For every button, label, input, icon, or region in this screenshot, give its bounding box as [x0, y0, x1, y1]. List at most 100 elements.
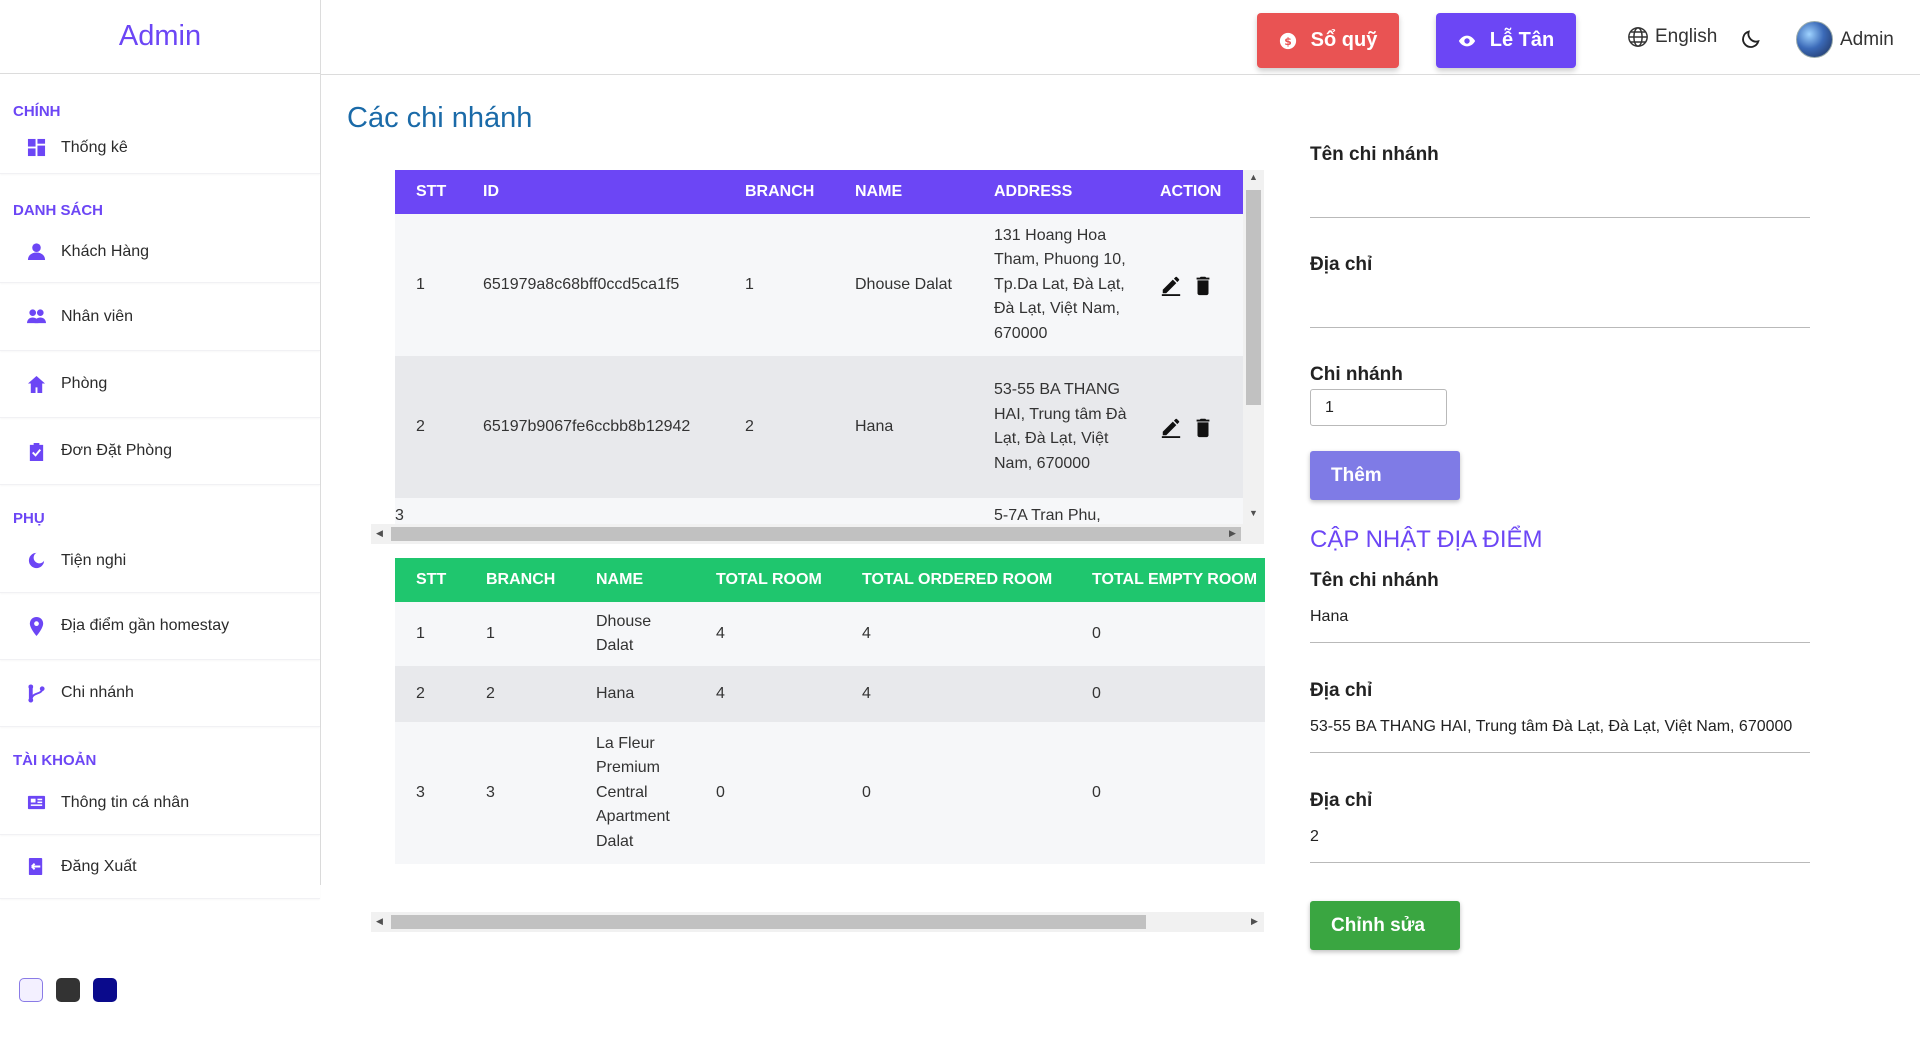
sidebar-item-label: Khách Hàng: [61, 242, 150, 260]
cell-branch: 2: [745, 417, 754, 435]
cell-stt: 2: [416, 417, 425, 435]
add-branch-label: Chi nhánh: [1310, 364, 1403, 385]
table-row: 1 651979a8c68bff0ccd5ca1f5 1 Dhouse Dala…: [395, 214, 1243, 356]
scroll-thumb[interactable]: [391, 915, 1146, 929]
sidebar-item-nearby[interactable]: Địa điểm gần homestay: [0, 593, 320, 660]
update-name-label: Tên chi nhánh: [1310, 570, 1439, 591]
user-icon: [26, 242, 46, 262]
cell-branch: 1: [486, 624, 495, 642]
dashboard-icon: [26, 138, 46, 158]
theme-swatch-blue[interactable]: [93, 978, 117, 1002]
letan-button[interactable]: Lễ Tân: [1436, 13, 1576, 68]
scroll-down-arrow-icon[interactable]: ▼: [1249, 508, 1258, 518]
svg-text:$: $: [1284, 35, 1292, 48]
brand-logo[interactable]: Admin: [0, 0, 320, 74]
letan-label: Lễ Tân: [1489, 29, 1555, 51]
user-name: Admin: [1840, 28, 1894, 50]
col-name: NAME: [855, 182, 903, 200]
add-name-underline: [1310, 217, 1810, 218]
sidebar-item-logout[interactable]: Đăng Xuất: [0, 835, 320, 899]
sidebar-item-rooms[interactable]: Phòng: [0, 351, 320, 418]
cell-total-room: 4: [716, 684, 725, 702]
cell-name: Hana: [596, 684, 635, 702]
sidebar-item-label: Thống kê: [61, 138, 128, 156]
scroll-right-arrow-icon[interactable]: ▶: [1251, 916, 1258, 927]
col-branch: BRANCH: [745, 182, 815, 200]
scroll-thumb[interactable]: [1246, 190, 1261, 405]
eye-icon: [1458, 35, 1475, 46]
users-icon: [26, 307, 46, 327]
edit-submit-button[interactable]: Chỉnh sửa: [1310, 901, 1460, 950]
edit-icon[interactable]: [1160, 416, 1182, 438]
branch-table: STT ID BRANCH NAME ADDRESS ACTION 1 6519…: [395, 170, 1243, 524]
col-stt: STT: [416, 182, 447, 200]
edit-icon[interactable]: [1160, 274, 1182, 296]
col-branch: BRANCH: [486, 570, 556, 588]
language-selector[interactable]: English: [1627, 26, 1717, 48]
sidebar-item-label: Đăng Xuất: [61, 857, 137, 875]
language-label: English: [1655, 26, 1718, 47]
dark-mode-toggle[interactable]: [1740, 28, 1762, 55]
cell-empty-room: 0: [1092, 684, 1101, 702]
sidebar-item-profile[interactable]: Thông tin cá nhân: [0, 771, 320, 835]
user-menu[interactable]: Admin: [1796, 21, 1894, 58]
update-branch-input[interactable]: 2: [1310, 828, 1810, 846]
cell-id: 65197b9067fe6ccbb8b12942: [483, 417, 691, 435]
sidebar-item-bookings[interactable]: Đơn Đặt Phòng: [0, 418, 320, 485]
trash-icon[interactable]: [1192, 416, 1214, 438]
globe-icon: [1628, 27, 1648, 47]
branch-stats-table: STT BRANCH NAME TOTAL ROOM TOTAL ORDERED…: [395, 558, 1265, 871]
trash-icon[interactable]: [1192, 274, 1214, 296]
table-row: 3 3 La Fleur Premium Central Apartment D…: [395, 722, 1265, 864]
cell-ordered-room: 0: [862, 783, 871, 801]
theme-swatch-light[interactable]: [19, 978, 43, 1002]
section-title-extra: PHỤ: [13, 510, 45, 527]
sidebar-item-stats[interactable]: Thống kê: [0, 122, 320, 174]
moon-half-icon: [26, 551, 46, 571]
avatar: [1796, 21, 1833, 58]
cell-empty-room: 0: [1092, 624, 1101, 642]
sidebar-item-staff[interactable]: Nhân viên: [0, 283, 320, 351]
cell-stt: 2: [416, 684, 425, 702]
col-ordered-room: TOTAL ORDERED ROOM: [862, 570, 1053, 588]
add-button[interactable]: Thêm: [1310, 451, 1460, 500]
theme-swatch-dark[interactable]: [56, 978, 80, 1002]
cell-total-room: 0: [716, 783, 725, 801]
cell-branch: 2: [486, 684, 495, 702]
branch-table-hscroll[interactable]: ◀ ▶: [371, 524, 1264, 544]
update-name-input[interactable]: Hana: [1310, 608, 1810, 626]
map-pin-icon: [26, 616, 46, 636]
top-header: $ Sổ quỹ Lễ Tân English Admin: [321, 0, 1920, 75]
id-card-icon: [26, 793, 46, 813]
col-stt: STT: [416, 570, 447, 588]
add-name-label: Tên chi nhánh: [1310, 144, 1439, 165]
cell-branch: 1: [745, 275, 754, 293]
cell-stt: 3: [395, 506, 404, 524]
sidebar-item-label: Thông tin cá nhân: [61, 793, 190, 811]
update-address-underline: [1310, 752, 1810, 753]
sidebar-item-branches[interactable]: Chi nhánh: [0, 660, 320, 727]
scroll-left-arrow-icon[interactable]: ◀: [376, 916, 383, 927]
add-branch-input[interactable]: 1: [1310, 389, 1447, 426]
sidebar-item-label: Chi nhánh: [61, 684, 134, 701]
home-icon: [26, 374, 46, 394]
scroll-up-arrow-icon[interactable]: ▲: [1249, 172, 1258, 182]
add-address-underline: [1310, 327, 1810, 328]
soquy-button[interactable]: $ Sổ quỹ: [1257, 13, 1399, 68]
stats-table-hscroll[interactable]: ◀ ▶: [371, 912, 1264, 932]
sidebar-item-label: Địa điểm gần homestay: [61, 617, 230, 634]
scroll-right-arrow-icon[interactable]: ▶: [1229, 528, 1236, 539]
theme-swatches: [19, 978, 117, 1002]
update-address-input[interactable]: 53-55 BA THANG HAI, Trung tâm Đà Lạt, Đà…: [1310, 718, 1810, 736]
cell-name: Hana: [855, 417, 894, 435]
branch-table-vscroll[interactable]: ▲ ▼: [1243, 170, 1264, 524]
sidebar-item-customers[interactable]: Khách Hàng: [0, 221, 320, 283]
cell-address: 131 Hoang Hoa Tham, Phuong 10, Tp.Da Lat…: [994, 226, 1126, 342]
update-name-underline: [1310, 642, 1810, 643]
scroll-thumb[interactable]: [391, 527, 1241, 541]
cell-stt: 1: [416, 275, 425, 293]
sidebar-item-amenities[interactable]: Tiện nghi: [0, 529, 320, 593]
section-title-list: DANH SÁCH: [13, 202, 103, 219]
scroll-left-arrow-icon[interactable]: ◀: [376, 528, 383, 539]
cell-total-room: 4: [716, 624, 725, 642]
